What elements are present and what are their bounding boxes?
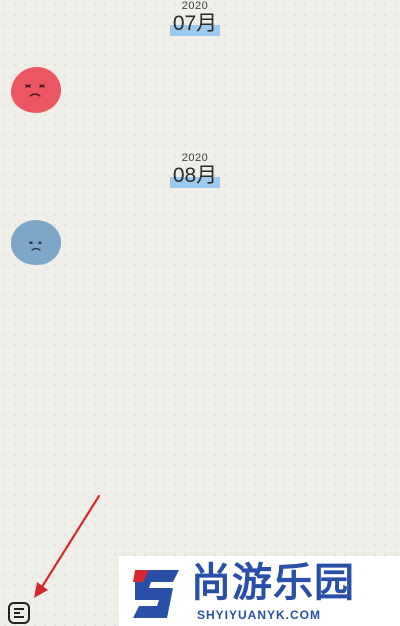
red-arrow: [34, 494, 101, 598]
brand-name: 尚游乐园: [191, 561, 355, 605]
list-menu-icon[interactable]: [8, 602, 30, 624]
brand-logo-icon: [133, 570, 179, 618]
brand-url: SHYIYUANYK.COM: [197, 608, 322, 622]
watermark: 尚游乐园 SHYIYUANYK.COM: [119, 556, 400, 626]
